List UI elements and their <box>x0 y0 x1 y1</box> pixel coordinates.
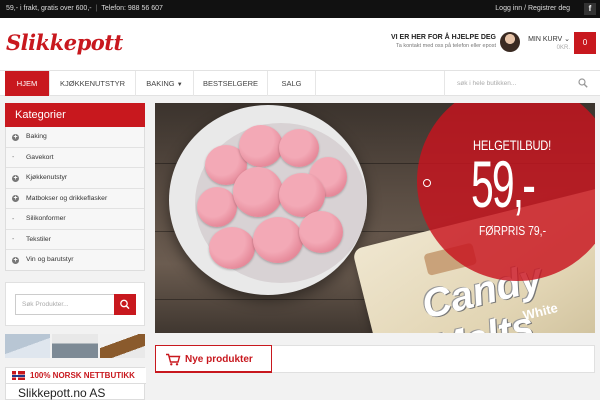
category-wine-bar[interactable]: + Vin og barutstyr <box>6 250 144 271</box>
offer-previous-price: FØRPRIS 79,- <box>479 223 547 238</box>
cart-button[interactable]: 0 <box>574 32 596 54</box>
nav-item-baking[interactable]: BAKING ▼ <box>136 71 194 96</box>
product-search-input[interactable]: Søk Produkter... <box>15 294 115 315</box>
expand-icon[interactable]: + <box>12 133 19 141</box>
phone-info: Telefon: 988 56 607 <box>101 5 163 12</box>
new-products-label: Nye produkter <box>185 354 253 365</box>
nav-item-home[interactable]: HJEM <box>5 71 50 96</box>
site-search[interactable]: søk i hele butikken... <box>444 71 600 96</box>
hero-banner[interactable]: Candy Melts White HELGETILBUD! 59,- FØRP… <box>155 103 595 333</box>
category-lunchboxes[interactable]: + Matbokser og drikkeflasker <box>6 189 144 209</box>
cart-summary[interactable]: MIN KURV ⌄ 0KR. <box>528 35 570 51</box>
product-search: Søk Produkter... <box>5 282 145 326</box>
help-block: VI ER HER FOR Å HJELPE DEG Ta kontakt me… <box>391 34 496 49</box>
facebook-icon[interactable]: f <box>584 3 596 15</box>
shipping-info: 59,- i frakt, gratis over 600,- <box>6 5 92 12</box>
category-baking[interactable]: + Baking <box>6 127 144 148</box>
account-link[interactable]: Logg inn / Registrer deg <box>495 5 570 12</box>
dash-icon: - <box>12 215 15 223</box>
offer-price: 59,- <box>471 147 536 221</box>
slider-dot[interactable] <box>423 179 431 187</box>
new-products-section: Nye produkter <box>155 345 595 373</box>
top-bar: 59,- i frakt, gratis over 600,- | Telefo… <box>0 0 600 18</box>
thumbnail-image[interactable] <box>5 334 51 358</box>
support-avatar <box>500 32 520 52</box>
help-subtitle: Ta kontakt med oss på telefon eller epos… <box>396 43 496 49</box>
category-silicone[interactable]: - Silikonformer <box>6 209 144 230</box>
dash-icon: - <box>12 154 15 161</box>
site-logo[interactable]: Slikkepott <box>6 30 123 55</box>
category-kitchen[interactable]: + Kjøkkenutstyr <box>6 168 144 189</box>
thumbnail-image[interactable] <box>99 334 145 358</box>
help-title: VI ER HER FOR Å HJELPE DEG <box>390 34 496 41</box>
cart-total: 0KR. <box>556 45 570 51</box>
nav-item-sale[interactable]: SALG <box>268 71 316 96</box>
category-textiles[interactable]: - Tekstiler <box>6 230 144 250</box>
bowl-image <box>169 105 367 295</box>
site-search-input[interactable]: søk i hele butikken... <box>457 80 516 87</box>
nav-item-baking-label: BAKING <box>146 79 175 88</box>
category-list: + Baking - Gavekort + Kjøkkenutstyr + Matbok… <box>5 127 145 271</box>
norway-flag-icon <box>12 371 25 380</box>
expand-icon[interactable]: + <box>12 256 19 264</box>
nav-item-kitchen[interactable]: KJØKKENUTSTYR <box>50 71 136 96</box>
chevron-down-icon: ⌄ <box>564 36 570 43</box>
caret-down-icon: ▼ <box>176 82 183 88</box>
thumbnail-image[interactable] <box>52 334 98 358</box>
expand-icon[interactable]: + <box>12 195 19 202</box>
nav-item-bestsellers[interactable]: BESTSELGERE <box>194 71 268 96</box>
category-giftcards[interactable]: - Gavekort <box>6 148 144 168</box>
promo-banner-text: 100% NORSK NETTBUTIKK <box>30 371 135 380</box>
tab-new-products[interactable]: Nye produkter <box>155 345 272 373</box>
product-search-button[interactable] <box>114 294 136 315</box>
main-nav: HJEM KJØKKENUTSTYR BAKING ▼ BESTSELGERE … <box>0 70 600 96</box>
expand-icon[interactable]: + <box>12 174 19 182</box>
categories-title: Kategorier <box>5 103 145 127</box>
cart-icon <box>166 353 181 366</box>
company-name: Slikkepott.no AS <box>18 386 106 400</box>
cart-label: MIN KURV <box>528 36 563 43</box>
norwegian-store-promo: 100% NORSK NETTBUTIKK Slikkepott.no AS <box>5 367 146 400</box>
search-icon <box>120 299 130 310</box>
site-header: Slikkepott VI ER HER FOR Å HJELPE DEG Ta… <box>0 18 600 70</box>
search-icon[interactable] <box>578 78 588 88</box>
thumbnail-strip <box>5 334 145 358</box>
dash-icon: - <box>12 236 15 243</box>
